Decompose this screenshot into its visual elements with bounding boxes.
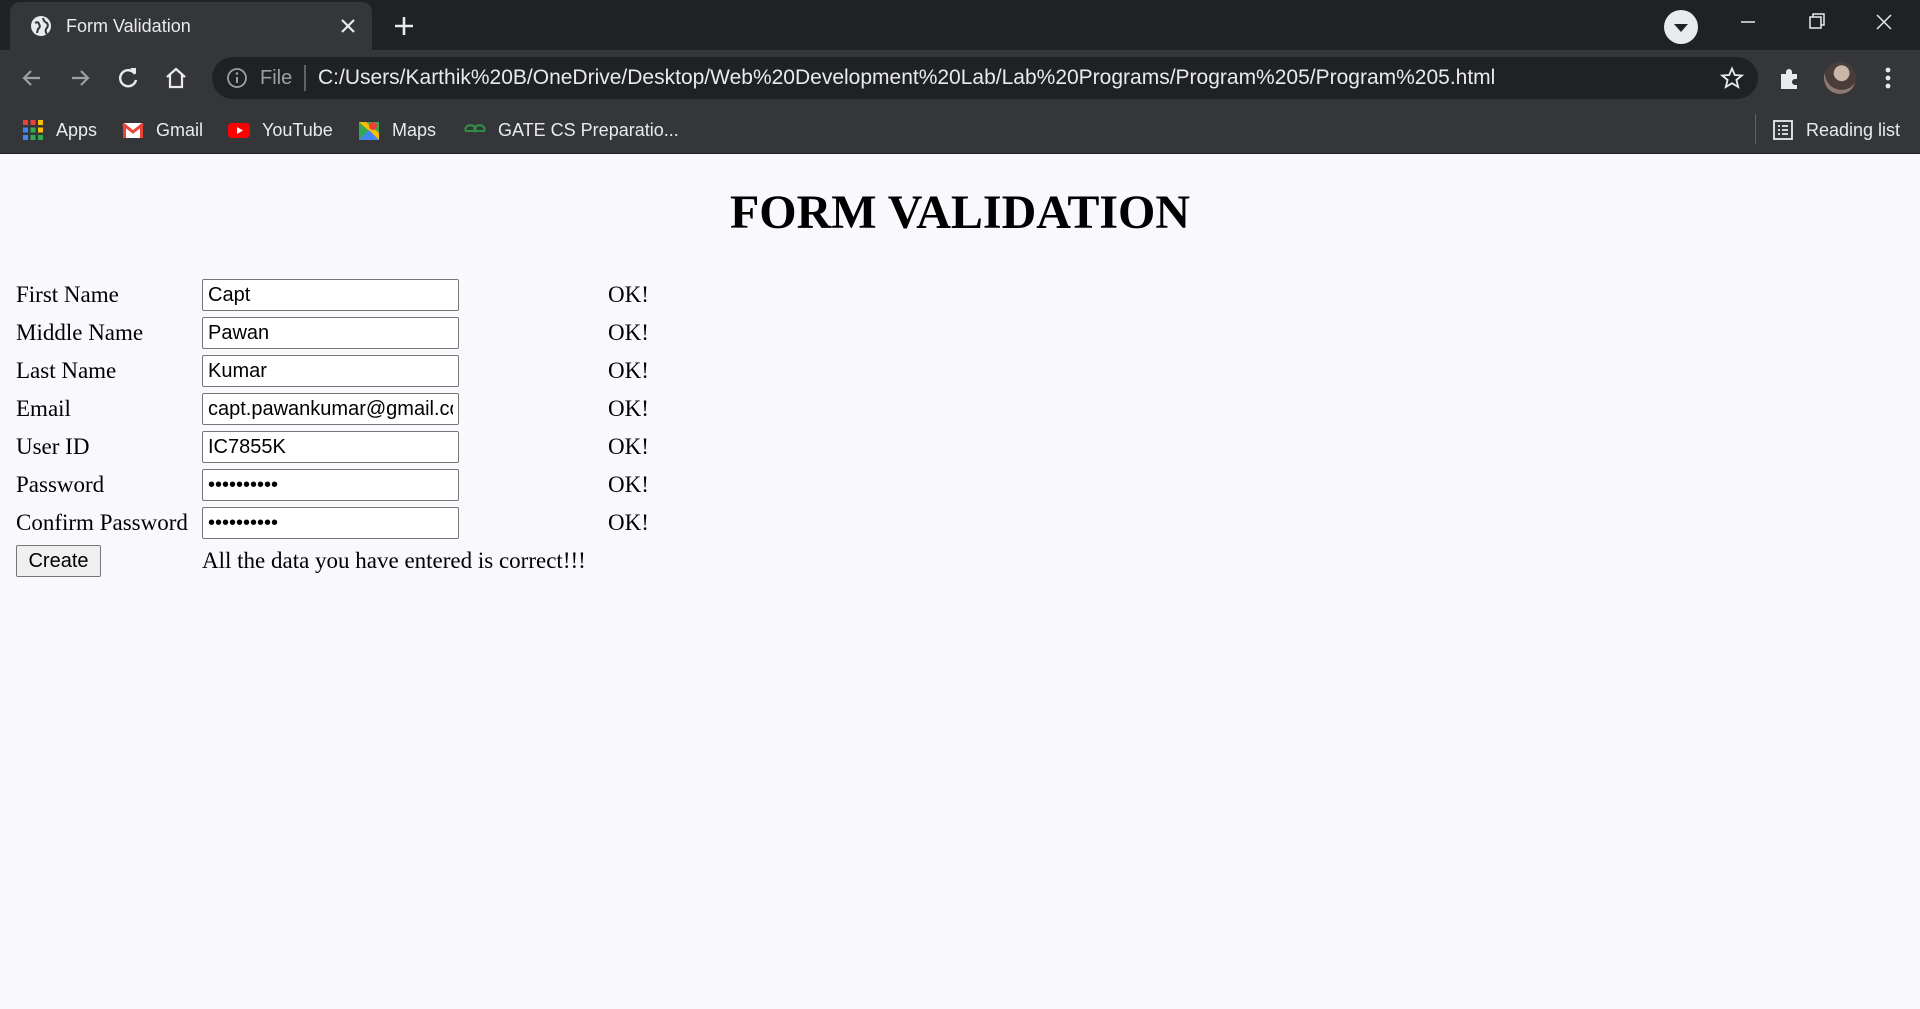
- password-input[interactable]: [202, 469, 459, 501]
- bookmark-gate-cs[interactable]: GATE CS Preparatio...: [464, 118, 679, 142]
- bookmark-label: Maps: [392, 120, 437, 140]
- bookmark-maps[interactable]: Maps: [358, 118, 440, 142]
- last-name-input[interactable]: [202, 355, 459, 387]
- tab-strip: Form Validation: [0, 0, 1920, 50]
- bookmark-label: Gmail: [156, 120, 204, 140]
- bookmarks-divider: [1755, 114, 1756, 144]
- tab-title: Form Validation: [66, 16, 191, 36]
- more-menu-icon[interactable]: [1874, 64, 1902, 92]
- window-close-icon[interactable]: [1850, 0, 1918, 44]
- page-content: FORM VALIDATION First Name OK! Middle Na…: [0, 155, 1920, 1009]
- bookmark-label: YouTube: [262, 120, 333, 140]
- reading-list-button[interactable]: Reading list: [1772, 118, 1908, 142]
- create-button[interactable]: Create: [16, 545, 101, 577]
- geeksforgeeks-icon: [464, 124, 486, 134]
- bookmarks-bar: Apps Gmail YouTube Maps GATE CS Preparat…: [0, 106, 1920, 154]
- bookmark-gmail[interactable]: Gmail: [122, 118, 208, 142]
- bookmark-youtube[interactable]: YouTube: [228, 118, 338, 142]
- page-title: FORM VALIDATION: [729, 186, 1191, 239]
- bookmark-label: GATE CS Preparatio...: [498, 120, 679, 140]
- email-input[interactable]: [202, 393, 459, 425]
- home-icon[interactable]: [162, 64, 190, 92]
- profile-avatar[interactable]: [1824, 62, 1856, 94]
- restore-icon[interactable]: [1782, 0, 1850, 44]
- email-status: OK!: [608, 396, 649, 421]
- maps-icon: [359, 122, 379, 140]
- user-id-label: User ID: [16, 434, 90, 459]
- address-bar[interactable]: File C:/Users/Karthik%20B/OneDrive/Deskt…: [212, 57, 1758, 99]
- url-text[interactable]: C:/Users/Karthik%20B/OneDrive/Desktop/We…: [318, 66, 1495, 90]
- browser-toolbar: File C:/Users/Karthik%20B/OneDrive/Deskt…: [0, 50, 1920, 106]
- user-id-input[interactable]: [202, 431, 459, 463]
- tab-form-validation[interactable]: Form Validation: [10, 2, 372, 50]
- validation-result-message: All the data you have entered is correct…: [202, 548, 586, 573]
- confirm-password-label: Confirm Password: [16, 510, 188, 535]
- user-id-status: OK!: [608, 434, 649, 459]
- password-status: OK!: [608, 472, 649, 497]
- url-scheme-label: File: [260, 67, 293, 89]
- close-icon[interactable]: [336, 14, 360, 38]
- email-label: Email: [16, 396, 71, 421]
- middle-name-status: OK!: [608, 320, 649, 345]
- url-separator: [304, 65, 306, 91]
- youtube-icon: [228, 123, 250, 138]
- new-tab-plus-icon[interactable]: [388, 10, 420, 42]
- apps-grid-icon: [23, 120, 43, 140]
- extensions-puzzle-icon[interactable]: [1776, 64, 1804, 92]
- last-name-status: OK!: [608, 358, 649, 383]
- forward-arrow-icon[interactable]: [66, 64, 94, 92]
- minimize-icon[interactable]: [1714, 0, 1782, 44]
- info-icon[interactable]: [226, 67, 248, 89]
- reload-icon[interactable]: [114, 64, 142, 92]
- middle-name-label: Middle Name: [16, 320, 144, 345]
- password-label: Password: [16, 472, 105, 497]
- bookmark-label: Apps: [56, 120, 98, 140]
- confirm-password-input[interactable]: [202, 507, 459, 539]
- reading-list-icon: [1773, 120, 1793, 140]
- confirm-password-status: OK!: [608, 510, 649, 535]
- bookmark-apps[interactable]: Apps: [22, 118, 104, 142]
- middle-name-input[interactable]: [202, 317, 459, 349]
- bookmark-star-icon[interactable]: [1720, 66, 1744, 90]
- reading-list-label: Reading list: [1806, 120, 1901, 140]
- globe-icon: [31, 16, 51, 36]
- tab-search-button[interactable]: [1664, 10, 1698, 44]
- chevron-down-icon: [1674, 24, 1688, 32]
- first-name-input[interactable]: [202, 279, 459, 311]
- back-arrow-icon[interactable]: [18, 64, 46, 92]
- gmail-icon: [122, 122, 144, 138]
- last-name-label: Last Name: [16, 358, 117, 383]
- first-name-label: First Name: [16, 282, 119, 307]
- first-name-status: OK!: [608, 282, 649, 307]
